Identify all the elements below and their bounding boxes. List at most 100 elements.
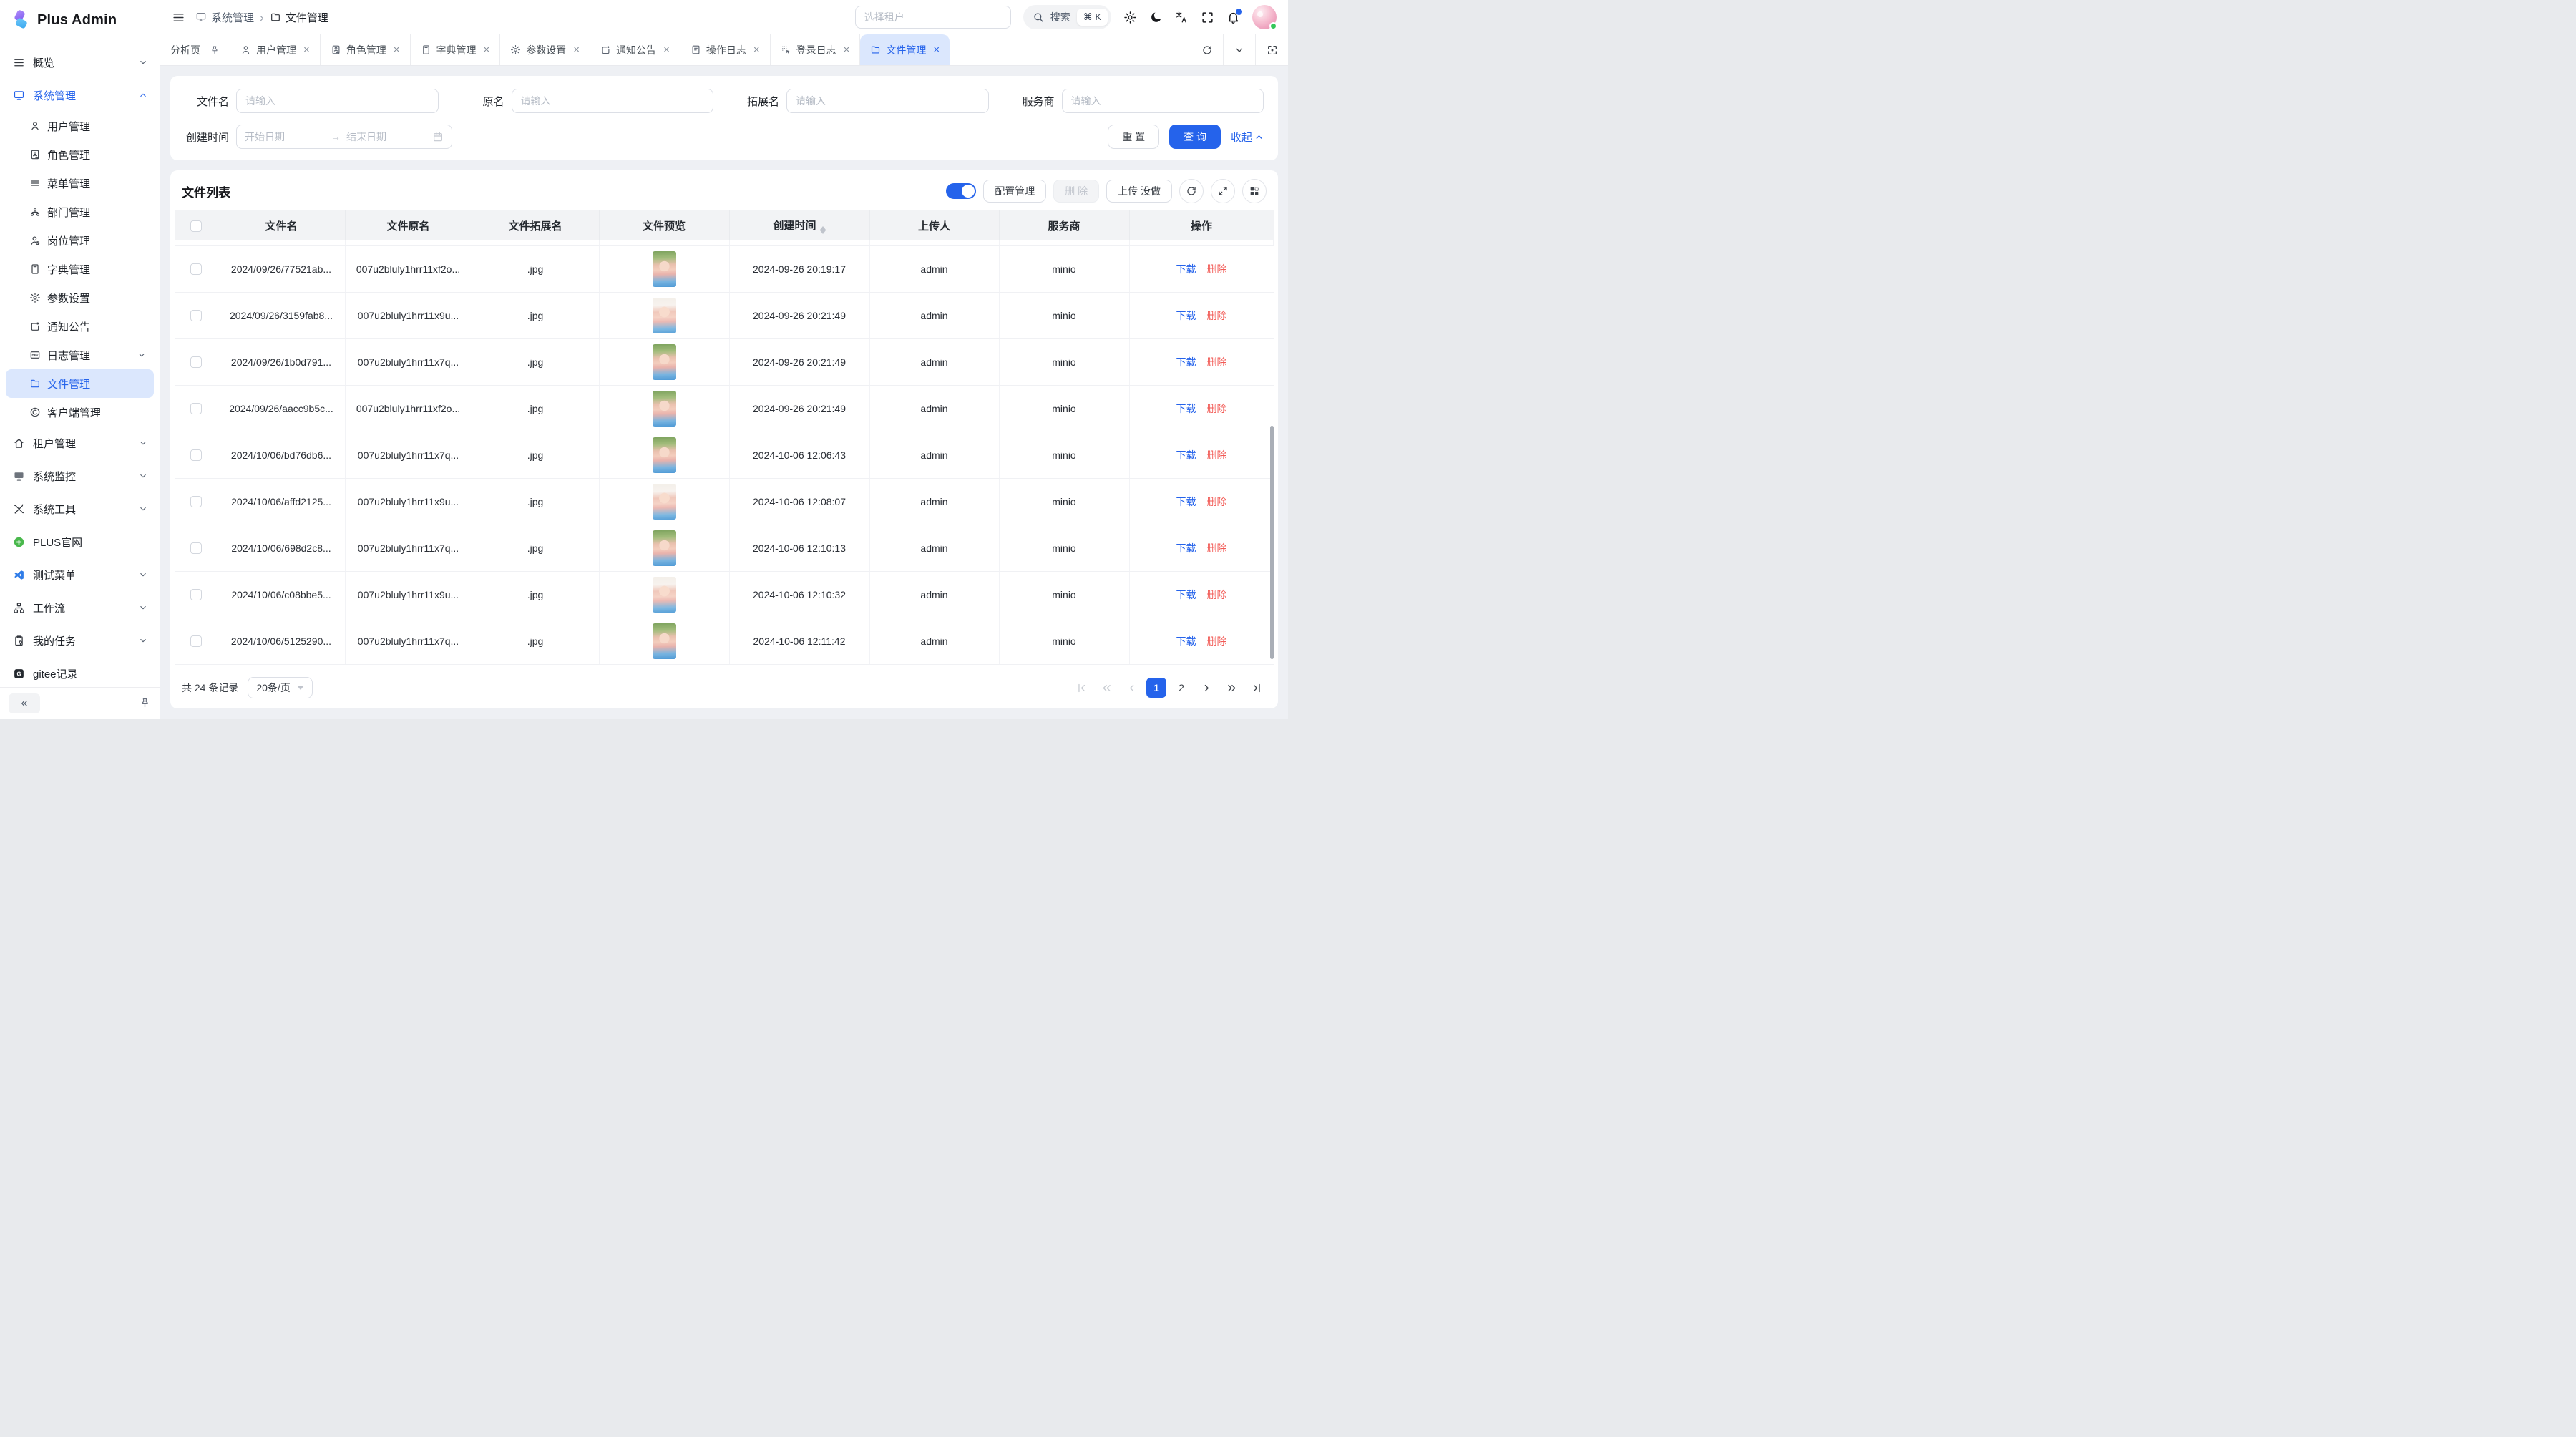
file-preview-thumbnail[interactable]: [653, 577, 676, 613]
file-preview-thumbnail[interactable]: [653, 437, 676, 473]
user-avatar[interactable]: [1252, 5, 1277, 29]
tab-通知公告[interactable]: 通知公告×: [590, 34, 680, 65]
sidebar-item-系统监控[interactable]: 系统监控: [0, 459, 160, 492]
dark-mode-moon-icon[interactable]: [1149, 11, 1163, 24]
delete-link[interactable]: 删除: [1207, 356, 1227, 368]
sidebar-item-用户管理[interactable]: 用户管理: [6, 112, 154, 140]
column-settings-icon[interactable]: [1242, 179, 1267, 203]
delete-link[interactable]: 删除: [1207, 310, 1227, 321]
refresh-table-icon[interactable]: [1179, 179, 1204, 203]
page-button-2[interactable]: 2: [1171, 678, 1191, 698]
sidebar-toggle-icon[interactable]: [172, 11, 185, 24]
sidebar-item-客户端管理[interactable]: 客户端管理: [6, 398, 154, 427]
close-tab-icon[interactable]: ×: [394, 44, 400, 55]
previous-page-button[interactable]: [1121, 678, 1141, 698]
tenant-select-input[interactable]: [855, 6, 1011, 29]
notifications-bell-icon[interactable]: [1226, 11, 1240, 24]
file-preview-thumbnail[interactable]: [653, 251, 676, 287]
tabs-menu-chevron-icon[interactable]: [1224, 34, 1256, 65]
tab-文件管理[interactable]: 文件管理×: [860, 34, 950, 65]
close-tab-icon[interactable]: ×: [573, 44, 580, 55]
row-checkbox[interactable]: [190, 263, 202, 275]
delete-link[interactable]: 删除: [1207, 589, 1227, 600]
delete-link[interactable]: 删除: [1207, 263, 1227, 275]
language-translate-icon[interactable]: 文: [1175, 11, 1189, 24]
filter-input-文件名[interactable]: [236, 89, 439, 113]
row-checkbox[interactable]: [190, 356, 202, 368]
download-link[interactable]: 下载: [1176, 589, 1196, 600]
table-scrollbar[interactable]: [1270, 426, 1274, 659]
select-all-checkbox[interactable]: [190, 220, 202, 232]
content-fullscreen-icon[interactable]: [1256, 34, 1288, 65]
page-button-1[interactable]: 1: [1146, 678, 1166, 698]
tab-参数设置[interactable]: 参数设置×: [500, 34, 590, 65]
tab-操作日志[interactable]: 操作日志×: [680, 34, 771, 65]
collapse-filter-link[interactable]: 收起: [1231, 130, 1264, 145]
upload-button[interactable]: 上传 没做: [1106, 180, 1172, 203]
sidebar-item-菜单管理[interactable]: 菜单管理: [6, 169, 154, 198]
sidebar-item-系统管理[interactable]: 系统管理: [0, 79, 160, 112]
expand-table-icon[interactable]: [1211, 179, 1235, 203]
download-link[interactable]: 下载: [1176, 403, 1196, 414]
sidebar-item-概览[interactable]: 概览: [0, 46, 160, 79]
download-link[interactable]: 下载: [1176, 496, 1196, 507]
download-link[interactable]: 下载: [1176, 542, 1196, 554]
tab-登录日志[interactable]: 登录日志×: [771, 34, 861, 65]
filter-input-原名[interactable]: [512, 89, 714, 113]
file-preview-thumbnail[interactable]: [653, 623, 676, 659]
reset-button[interactable]: 重 置: [1108, 125, 1159, 149]
sidebar-item-我的任务[interactable]: 我的任务: [0, 624, 160, 657]
delete-link[interactable]: 删除: [1207, 449, 1227, 461]
sidebar-item-岗位管理[interactable]: 岗位管理: [6, 226, 154, 255]
delete-link[interactable]: 删除: [1207, 496, 1227, 507]
jump-forward-button[interactable]: [1221, 678, 1241, 698]
fullscreen-icon[interactable]: [1201, 11, 1214, 24]
jump-back-button[interactable]: [1096, 678, 1116, 698]
date-range-input[interactable]: 开始日期 → 结束日期: [236, 125, 452, 149]
filter-input-拓展名[interactable]: [786, 89, 989, 113]
row-checkbox[interactable]: [190, 310, 202, 321]
breadcrumb-item-system[interactable]: 系统管理: [195, 10, 254, 25]
row-checkbox[interactable]: [190, 589, 202, 600]
settings-gear-icon[interactable]: [1123, 11, 1137, 24]
query-button[interactable]: 查 询: [1169, 125, 1221, 149]
delete-link[interactable]: 删除: [1207, 635, 1227, 647]
close-tab-icon[interactable]: ×: [484, 44, 490, 55]
row-checkbox[interactable]: [190, 542, 202, 554]
sidebar-item-字典管理[interactable]: 字典管理: [6, 255, 154, 283]
download-link[interactable]: 下载: [1176, 635, 1196, 647]
tab-角色管理[interactable]: 角色管理×: [321, 34, 411, 65]
file-preview-thumbnail[interactable]: [653, 298, 676, 333]
last-page-button[interactable]: [1246, 678, 1267, 698]
close-tab-icon[interactable]: ×: [303, 44, 310, 55]
sidebar-item-工作流[interactable]: 工作流: [0, 591, 160, 624]
download-link[interactable]: 下载: [1176, 449, 1196, 461]
next-page-button[interactable]: [1196, 678, 1216, 698]
sort-caret-icon[interactable]: [820, 226, 826, 234]
file-preview-thumbnail[interactable]: [653, 530, 676, 566]
row-checkbox[interactable]: [190, 403, 202, 414]
sidebar-pin-icon[interactable]: [139, 697, 151, 709]
global-search-button[interactable]: 搜索 ⌘ K: [1023, 5, 1111, 29]
sidebar-item-PLUS官网[interactable]: PLUS官网: [0, 525, 160, 558]
sidebar-item-系统工具[interactable]: 系统工具: [0, 492, 160, 525]
sidebar-item-参数设置[interactable]: 参数设置: [6, 283, 154, 312]
sidebar-item-文件管理[interactable]: 文件管理: [6, 369, 154, 398]
refresh-tab-icon[interactable]: [1191, 34, 1224, 65]
download-link[interactable]: 下载: [1176, 356, 1196, 368]
row-checkbox[interactable]: [190, 635, 202, 647]
column-header-创建时间[interactable]: 创建时间: [729, 210, 869, 240]
download-link[interactable]: 下载: [1176, 263, 1196, 275]
file-preview-thumbnail[interactable]: [653, 344, 676, 380]
sidebar-item-租户管理[interactable]: 租户管理: [0, 427, 160, 459]
file-preview-thumbnail[interactable]: [653, 391, 676, 427]
file-preview-thumbnail[interactable]: [653, 484, 676, 520]
tab-字典管理[interactable]: 字典管理×: [411, 34, 501, 65]
tab-用户管理[interactable]: 用户管理×: [230, 34, 321, 65]
row-checkbox[interactable]: [190, 496, 202, 507]
page-size-select[interactable]: 20条/页: [248, 677, 312, 698]
sidebar-item-gitee记录[interactable]: Ggitee记录: [0, 657, 160, 687]
row-checkbox[interactable]: [190, 449, 202, 461]
app-logo[interactable]: Plus Admin: [0, 0, 160, 40]
sidebar-item-测试菜单[interactable]: 测试菜单: [0, 558, 160, 591]
